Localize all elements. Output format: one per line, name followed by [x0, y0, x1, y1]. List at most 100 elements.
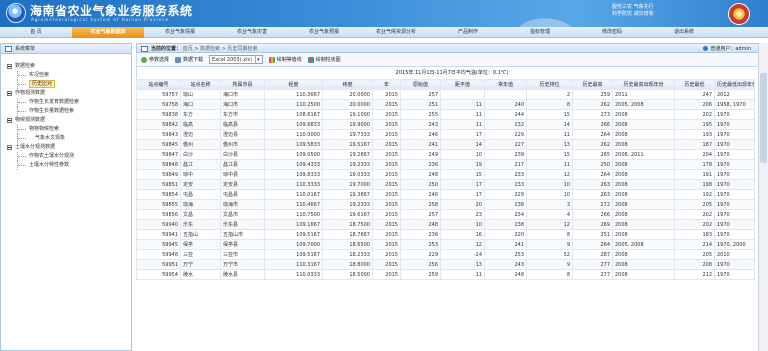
- collapse-icon[interactable]: [7, 118, 12, 123]
- nav-item[interactable]: 农业气象情报: [144, 27, 216, 38]
- table-row[interactable]: 59757 琼山 海口市 110.3667 20.0000 2015 257 2 259 2011…: [136, 89, 755, 100]
- sidebar-tree-item[interactable]: 土壤水分特性参数: [7, 161, 131, 170]
- table-cell: 10: [526, 189, 573, 200]
- table-row[interactable]: 59954 陵水 陵水县 110.0333 18.5000 2015 259 11 248 8 27…: [136, 269, 755, 280]
- table-cell: 187: [674, 139, 715, 150]
- column-header[interactable]: 原始值: [400, 79, 441, 90]
- vertical-scrollbar[interactable]: [758, 43, 768, 351]
- sidebar-tree-item[interactable]: 物候观测数据: [7, 116, 131, 125]
- sidebar-tree-item[interactable]: 土壤水分观测数据: [7, 143, 131, 152]
- table-row[interactable]: 59854 屯昌 屯昌县 110.0167 19.3667 2015 246 17 229 10 2…: [136, 189, 755, 200]
- table-row[interactable]: 59941 五指山 五指山市 109.5167 18.7667 2015 236 16 220 8…: [136, 229, 755, 240]
- table-row[interactable]: 59848 昌江 昌江县 109.4333 19.2333 2015 236 19 217 11 2…: [136, 159, 755, 170]
- download-button[interactable]: 数据下载: [175, 55, 203, 65]
- column-header[interactable]: 历史最低: [674, 79, 715, 90]
- collapse-icon[interactable]: [7, 64, 12, 69]
- nav-item[interactable]: 农业气象数据库: [72, 27, 144, 38]
- scrollbar-thumb[interactable]: [760, 73, 767, 163]
- column-header[interactable]: 历史排位: [526, 79, 573, 90]
- table-cell: 214: [674, 239, 715, 250]
- nav-item[interactable]: 退出系统: [648, 27, 720, 38]
- sidebar-tree-item[interactable]: 物物物候检索: [7, 125, 131, 134]
- table-cell: 4: [526, 209, 573, 220]
- table-row[interactable]: 59758 海口 海口市 110.2500 20.0000 2015 251 11 240 8 26…: [136, 99, 755, 110]
- nav-item[interactable]: 产品制作: [432, 27, 504, 38]
- table-cell: 海口市: [220, 89, 265, 100]
- column-header[interactable]: 常年值: [484, 79, 527, 90]
- table-cell: 14: [526, 119, 573, 130]
- table-row[interactable]: 59856 文昌 文昌市 110.7500 19.6167 2015 257 23 234 4 26…: [136, 209, 755, 220]
- table-row[interactable]: 59855 琼海 琼海市 110.4667 19.2333 2015 258 20 238 3 27…: [136, 199, 755, 210]
- sidebar-tree-item[interactable]: 作物生长量数据检索: [7, 107, 131, 116]
- column-header[interactable]: 历史最高出现年份: [612, 79, 675, 90]
- collapse-icon[interactable]: [7, 91, 12, 96]
- table-cell: 2015: [372, 249, 401, 260]
- sidebar-tree-label: 实况检索: [29, 72, 50, 78]
- sidebar-tree-item[interactable]: 作物生长发育数据检索: [7, 98, 131, 107]
- table-cell: 2015: [372, 129, 401, 140]
- params-button[interactable]: 参数选择: [141, 55, 169, 65]
- sidebar-tree-item[interactable]: 作物农土壤水分观测: [7, 152, 131, 161]
- column-header[interactable]: 历史最低出现年份: [714, 79, 755, 90]
- column-header[interactable]: 纬度: [322, 79, 373, 90]
- sidebar-tree-item[interactable]: 实况检索: [7, 71, 131, 80]
- contour-button[interactable]: 绘制等值线: [268, 55, 302, 65]
- sidebar-tree-label: 数据检索: [15, 63, 36, 69]
- table-cell: 2008: [612, 249, 675, 260]
- table-cell: 1970: [714, 129, 755, 140]
- table-cell: 178: [674, 159, 715, 170]
- nav-item[interactable]: 农业气候资源分析: [360, 27, 432, 38]
- tree-connector: [17, 152, 26, 161]
- column-header[interactable]: 站点编号: [136, 79, 181, 90]
- table-row[interactable]: 59945 保亭 保亭县 109.7000 18.6500 2015 253 12 241 9 26…: [136, 239, 755, 250]
- table-cell: 12: [526, 169, 573, 180]
- nav-item[interactable]: 农业气象预报: [288, 27, 360, 38]
- table-cell: 251: [572, 229, 613, 240]
- table-cell: 2008, 2011: [612, 149, 675, 160]
- table-cell: 253: [484, 249, 527, 260]
- table-row[interactable]: 59845 儋州 儋州市 109.5833 19.5167 2015 241 14 227 13 2…: [136, 139, 755, 150]
- table-row[interactable]: 59940 乐东 乐东县 109.1667 18.7500 2015 248 10 238 12 2…: [136, 219, 755, 230]
- table-cell: 2008: [612, 169, 675, 180]
- table-row[interactable]: 59849 琼中 琼中县 109.8333 19.0333 2015 248 15 233 12 2…: [136, 169, 755, 180]
- column-header[interactable]: 距平值: [440, 79, 485, 90]
- sidebar-tree-label: 气象水文现象: [35, 135, 66, 141]
- table-cell: 1970: [714, 189, 755, 200]
- column-header[interactable]: 历史最高: [572, 79, 613, 90]
- collapse-icon[interactable]: [7, 145, 12, 150]
- sidebar-tree-item[interactable]: 历史比对: [7, 80, 131, 89]
- table-row[interactable]: 59838 东方 东方市 108.6167 19.1000 2015 255 11 244 15 2…: [136, 109, 755, 120]
- table-row[interactable]: 59843 澄迈 澄迈县 110.0000 19.7333 2015 246 17 229 11 2…: [136, 129, 755, 140]
- sidebar-tree-item[interactable]: 数据检索: [7, 62, 131, 71]
- table-cell: 59941: [136, 229, 181, 240]
- bar-chart-button[interactable]: 绘制柱状图: [307, 55, 341, 65]
- column-header[interactable]: 站点名称: [180, 79, 221, 90]
- table-cell: 澄迈县: [220, 129, 265, 140]
- table-cell: 227: [484, 139, 527, 150]
- table-cell: 琼海市: [220, 199, 265, 210]
- format-select[interactable]: Excel 2003(.xls) ▾: [209, 55, 263, 64]
- table-cell: 19.3667: [322, 189, 373, 200]
- table-cell: 236: [400, 229, 441, 240]
- table-row[interactable]: 59948 三亚 三亚市 109.5167 18.2333 2015 229 -24 253 52…: [136, 249, 755, 260]
- table-cell: 269: [572, 219, 613, 230]
- table-cell: 2008: [612, 129, 675, 140]
- table-row[interactable]: 59851 定安 定安县 110.3333 19.7000 2015 250 17 233 10 2…: [136, 179, 755, 190]
- sidebar-tree-item[interactable]: 作物观测数据: [7, 89, 131, 98]
- sidebar-tree-item[interactable]: 气象水文现象: [7, 134, 131, 143]
- nav-item[interactable]: 修改密码: [576, 27, 648, 38]
- column-header[interactable]: 年: [372, 79, 401, 90]
- table-cell: 2010: [714, 249, 755, 260]
- table-cell: 昌江: [180, 159, 221, 170]
- table-cell: 2008: [612, 159, 675, 170]
- nav-item[interactable]: 农业气象灾害: [216, 27, 288, 38]
- nav-item[interactable]: 指标管理: [504, 27, 576, 38]
- table-row[interactable]: 59951 万宁 万宁市 110.3167 18.8000 2015 256 13 243 9 27…: [136, 259, 755, 270]
- nav-item[interactable]: 首 页: [0, 27, 72, 38]
- column-header[interactable]: 所属市县: [220, 79, 265, 90]
- table-cell: 9: [526, 239, 573, 250]
- user-info[interactable]: 普通用户：admin: [703, 44, 751, 54]
- table-row[interactable]: 59847 白沙 白沙县 109.0500 19.2667 2015 249 10 239 15 2…: [136, 149, 755, 160]
- table-row[interactable]: 59842 临高 临高县 109.6833 19.9000 2015 243 11 232 14 2…: [136, 119, 755, 130]
- column-header[interactable]: 经度: [264, 79, 323, 90]
